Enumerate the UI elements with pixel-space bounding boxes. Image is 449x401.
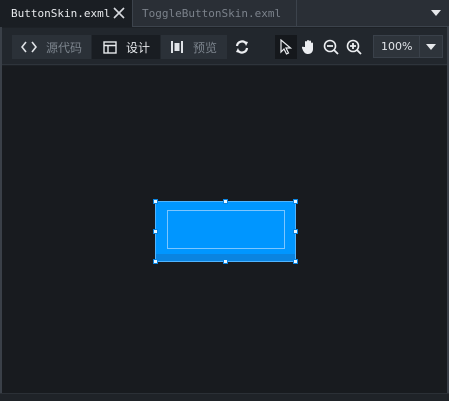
refresh-icon[interactable] xyxy=(233,38,251,56)
design-canvas[interactable] xyxy=(2,66,447,393)
tab-label: ButtonSkin.exml xyxy=(11,7,111,20)
resize-handle-bottom[interactable] xyxy=(223,259,228,264)
resize-handle-top[interactable] xyxy=(223,199,228,204)
code-icon xyxy=(21,41,37,53)
zoom-dropdown-toggle[interactable] xyxy=(419,36,442,57)
preview-label: 预览 xyxy=(193,40,218,55)
resize-handle-left[interactable] xyxy=(153,229,158,234)
close-icon[interactable] xyxy=(112,6,126,20)
chevron-down-icon[interactable] xyxy=(431,9,441,17)
zoom-level-select[interactable]: 100% xyxy=(373,35,443,58)
zoom-in-icon[interactable] xyxy=(345,38,363,56)
hand-pan-icon[interactable] xyxy=(299,38,317,56)
design-view-button[interactable]: 设计 xyxy=(92,35,160,59)
label-placeholder[interactable] xyxy=(167,210,285,249)
layout-icon xyxy=(103,40,117,54)
source-code-label: 源代码 xyxy=(46,40,83,55)
window-frame-bottom xyxy=(0,393,449,401)
design-toolbar: 源代码 设计 预览 100% xyxy=(2,28,447,65)
design-label: 设计 xyxy=(126,40,151,55)
tab-buttonskin[interactable]: ButtonSkin.exml xyxy=(0,0,133,27)
chevron-down-icon xyxy=(426,43,436,50)
preview-icon xyxy=(171,41,183,53)
window-frame-left xyxy=(0,27,2,401)
resize-handle-top-right[interactable] xyxy=(293,199,298,204)
source-code-view-button[interactable]: 源代码 xyxy=(12,35,91,59)
resize-handle-top-left[interactable] xyxy=(153,199,158,204)
resize-handle-bottom-right[interactable] xyxy=(293,259,298,264)
button-skin-preview[interactable] xyxy=(155,201,296,262)
tab-bar: ButtonSkin.exml ToggleButtonSkin.exml xyxy=(0,0,449,27)
zoom-value: 100% xyxy=(381,40,413,53)
zoom-out-icon[interactable] xyxy=(322,38,340,56)
resize-handle-right[interactable] xyxy=(293,229,298,234)
preview-view-button[interactable]: 预览 xyxy=(161,35,227,59)
tab-togglebuttonskin[interactable]: ToggleButtonSkin.exml xyxy=(134,0,297,27)
tab-label: ToggleButtonSkin.exml xyxy=(142,7,282,20)
resize-handle-bottom-left[interactable] xyxy=(153,259,158,264)
select-pointer-icon[interactable] xyxy=(275,35,297,59)
